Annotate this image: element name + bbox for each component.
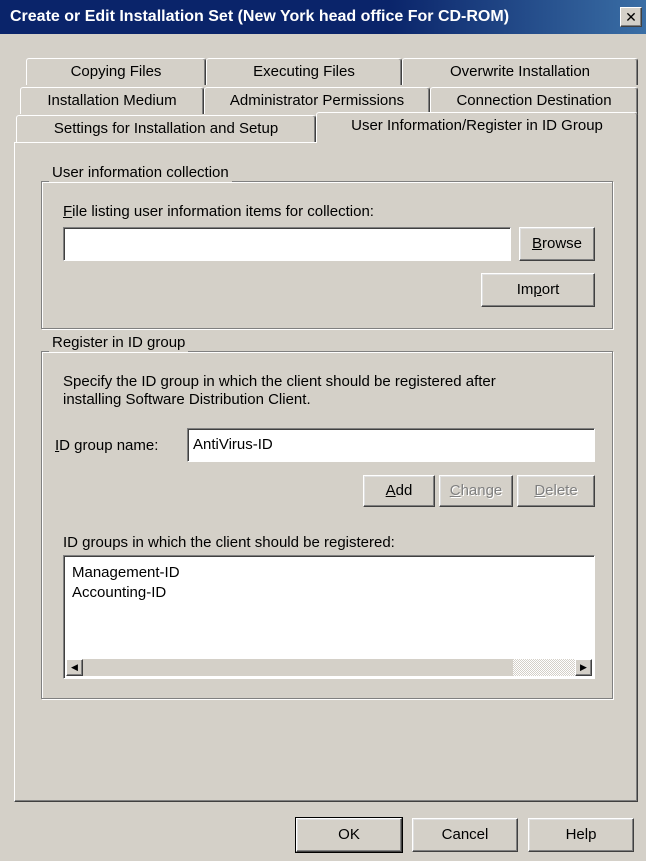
scroll-thumb[interactable] xyxy=(83,659,513,676)
window-title: Create or Edit Installation Set (New Yor… xyxy=(10,8,510,25)
scroll-right-icon[interactable]: ▶ xyxy=(575,659,592,676)
import-mnemonic: p xyxy=(533,281,542,298)
file-label-rest: ile listing user information items for c… xyxy=(72,203,374,220)
cancel-label: Cancel xyxy=(441,826,489,843)
tab-panel: User information collection File listing… xyxy=(14,142,638,802)
import-rest: ort xyxy=(541,281,560,298)
tab-user-information-register[interactable]: User Information/Register in ID Group xyxy=(316,112,638,143)
tab-label: Executing Files xyxy=(253,63,355,80)
id-groups-list-label: ID groups in which the client should be … xyxy=(63,534,395,551)
scroll-left-icon[interactable]: ◀ xyxy=(66,659,83,676)
tab-settings-installation-setup[interactable]: Settings for Installation and Setup xyxy=(16,115,316,142)
browse-button[interactable]: Browse xyxy=(519,227,595,261)
scroll-left-glyph: ◀ xyxy=(71,662,78,672)
id-group-name-input[interactable]: AntiVirus-ID xyxy=(187,428,595,462)
list-item[interactable]: Accounting-ID xyxy=(72,584,166,601)
delete-button[interactable]: Delete xyxy=(517,475,595,507)
change-mnemonic: C xyxy=(449,482,461,499)
help-button[interactable]: Help xyxy=(528,818,634,852)
cancel-button[interactable]: Cancel xyxy=(412,818,518,852)
add-rest: dd xyxy=(395,482,413,499)
tab-label: User Information/Register in ID Group xyxy=(351,117,603,134)
tab-executing-files[interactable]: Executing Files xyxy=(206,58,402,85)
title-bar: Create or Edit Installation Set (New Yor… xyxy=(0,0,646,34)
id-groups-listbox[interactable]: Management-ID Accounting-ID ◀ ▶ xyxy=(63,555,595,679)
file-listing-label: File listing user information items for … xyxy=(63,203,374,221)
file-label-mnemonic: F xyxy=(63,203,73,220)
add-mnemonic: A xyxy=(385,482,396,499)
register-description-line1: Specify the ID group in which the client… xyxy=(63,373,496,390)
browse-rest: rowse xyxy=(542,235,583,252)
help-label: Help xyxy=(565,826,597,843)
browse-mnemonic: B xyxy=(531,235,542,252)
tab-label: Copying Files xyxy=(70,63,162,80)
tab-administrator-permissions[interactable]: Administrator Permissions xyxy=(204,87,430,114)
horizontal-scrollbar[interactable]: ◀ ▶ xyxy=(66,659,592,676)
user-info-group-title: User information collection xyxy=(49,164,232,182)
id-group-name-value: AntiVirus-ID xyxy=(193,436,273,453)
id-group-name-label: ID group name: xyxy=(55,437,158,455)
tab-copying-files[interactable]: Copying Files xyxy=(26,58,206,85)
file-listing-input[interactable] xyxy=(63,227,511,261)
tab-label: Installation Medium xyxy=(47,92,177,109)
add-button[interactable]: Add xyxy=(363,475,435,507)
register-group-title: Register in ID group xyxy=(49,334,189,352)
tab-label: Administrator Permissions xyxy=(229,92,405,109)
ok-label: OK xyxy=(338,826,360,843)
tab-label: Settings for Installation and Setup xyxy=(53,120,279,137)
tab-overwrite-installation[interactable]: Overwrite Installation xyxy=(402,58,638,85)
tab-installation-medium[interactable]: Installation Medium xyxy=(20,87,204,114)
tab-label: Overwrite Installation xyxy=(449,63,591,80)
register-description-line2: installing Software Distribution Client. xyxy=(63,391,311,408)
list-item[interactable]: Management-ID xyxy=(72,564,180,581)
ok-button[interactable]: OK xyxy=(295,817,403,853)
change-button[interactable]: Change xyxy=(439,475,513,507)
close-icon: ✕ xyxy=(625,9,637,25)
import-button[interactable]: Import xyxy=(481,273,595,307)
import-pre: Im xyxy=(516,281,534,298)
delete-mnemonic: D xyxy=(534,482,546,499)
dialog-window: Create or Edit Installation Set (New Yor… xyxy=(0,0,646,861)
id-label-rest: D group name: xyxy=(59,437,159,454)
scroll-right-glyph: ▶ xyxy=(580,662,587,672)
tab-connection-destination[interactable]: Connection Destination xyxy=(430,87,638,114)
delete-rest: elete xyxy=(545,482,578,499)
scroll-track[interactable] xyxy=(513,659,575,676)
close-button[interactable]: ✕ xyxy=(620,7,642,27)
change-rest: hange xyxy=(460,482,503,499)
tab-label: Connection Destination xyxy=(456,92,612,109)
